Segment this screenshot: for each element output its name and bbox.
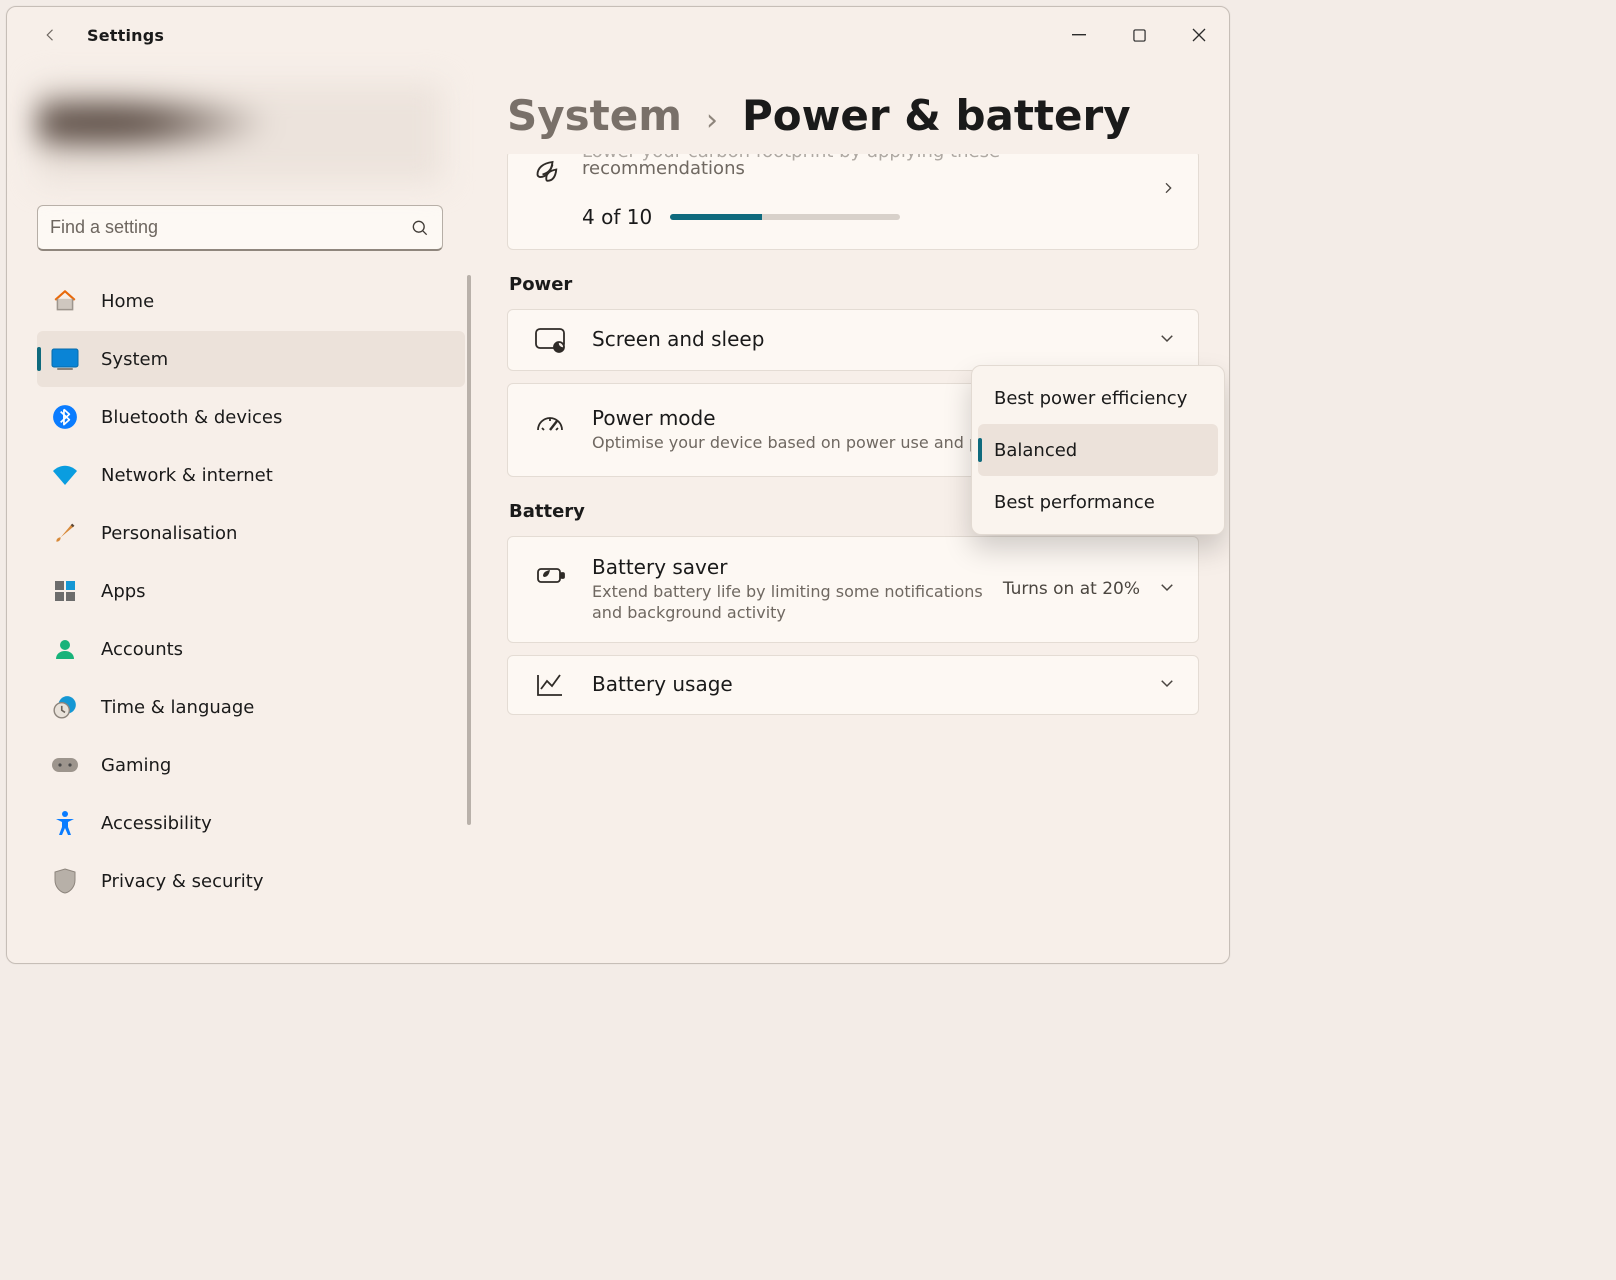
nav-item-personalisation[interactable]: Personalisation — [37, 505, 465, 561]
battery-leaf-icon — [530, 563, 570, 587]
nav-item-network[interactable]: Network & internet — [37, 447, 465, 503]
chevron-down-icon — [1158, 578, 1176, 600]
minimize-icon — [1072, 28, 1086, 42]
paintbrush-icon — [51, 519, 79, 547]
nav-list: Home System Bluetooth & devices — [37, 273, 465, 909]
power-mode-option-balanced[interactable]: Balanced — [978, 424, 1218, 476]
back-arrow-icon — [42, 26, 60, 44]
battery-saver-value: Turns on at 20% — [1003, 579, 1140, 599]
chevron-down-icon — [1158, 329, 1176, 351]
nav-item-home[interactable]: Home — [37, 273, 465, 329]
close-icon — [1192, 28, 1206, 42]
bluetooth-icon — [51, 403, 79, 431]
nav-item-label: Personalisation — [101, 523, 237, 544]
shield-icon — [51, 867, 79, 895]
nav-item-label: Bluetooth & devices — [101, 407, 282, 428]
home-icon — [51, 287, 79, 315]
screen-icon — [530, 326, 570, 354]
chevron-right-icon — [1160, 180, 1176, 200]
wifi-icon — [51, 461, 79, 489]
option-label: Best power efficiency — [994, 388, 1187, 409]
titlebar: Settings — [7, 7, 1229, 63]
screen-and-sleep-row[interactable]: Screen and sleep — [507, 309, 1199, 371]
nav-item-accessibility[interactable]: Accessibility — [37, 795, 465, 851]
nav-item-apps[interactable]: Apps — [37, 563, 465, 619]
power-mode-option-performance[interactable]: Best performance — [978, 476, 1218, 528]
nav-item-accounts[interactable]: Accounts — [37, 621, 465, 677]
battery-saver-row[interactable]: Battery saver Extend battery life by lim… — [507, 536, 1199, 643]
gamepad-icon — [51, 751, 79, 779]
nav-item-label: Time & language — [101, 697, 254, 718]
option-label: Balanced — [994, 440, 1077, 461]
card-title: Battery usage — [592, 672, 1158, 696]
nav-item-label: Home — [101, 291, 154, 312]
nav-scrollbar[interactable] — [467, 275, 471, 825]
clock-globe-icon — [51, 693, 79, 721]
card-subtitle: Extend battery life by limiting some not… — [592, 581, 1003, 624]
energy-progress-bar — [670, 214, 900, 220]
chevron-down-icon — [1158, 674, 1176, 696]
chart-icon — [530, 672, 570, 698]
maximize-icon — [1133, 29, 1146, 42]
user-account-area[interactable] — [37, 83, 443, 183]
nav-item-label: Accessibility — [101, 813, 212, 834]
gauge-icon — [530, 412, 570, 436]
left-pane: Home System Bluetooth & devices — [7, 63, 477, 957]
nav-item-label: Privacy & security — [101, 871, 264, 892]
nav-item-label: Apps — [101, 581, 146, 602]
nav-item-bluetooth[interactable]: Bluetooth & devices — [37, 389, 465, 445]
card-title: Battery saver — [592, 555, 1003, 579]
power-mode-dropdown: Best power efficiency Balanced Best perf… — [971, 365, 1225, 535]
maximize-button[interactable] — [1109, 12, 1169, 58]
accessibility-icon — [51, 809, 79, 837]
minimize-button[interactable] — [1049, 12, 1109, 58]
settings-window: Settings — [6, 6, 1230, 964]
energy-recommendations-card[interactable]: Lower your carbon footprint by applying … — [507, 154, 1199, 250]
back-button[interactable] — [33, 17, 69, 53]
nav-item-label: Gaming — [101, 755, 171, 776]
system-icon — [51, 345, 79, 373]
search-input[interactable] — [50, 217, 410, 238]
apps-icon — [51, 577, 79, 605]
option-label: Best performance — [994, 492, 1155, 513]
leaf-icon — [530, 157, 560, 191]
person-icon — [51, 635, 79, 663]
nav-item-system[interactable]: System — [37, 331, 465, 387]
search-box[interactable] — [37, 205, 443, 251]
main-content: System › Power & battery Lower your carb… — [477, 63, 1229, 957]
nav-item-privacy[interactable]: Privacy & security — [37, 853, 465, 909]
card-title: Screen and sleep — [592, 327, 1158, 351]
nav-item-gaming[interactable]: Gaming — [37, 737, 465, 793]
close-button[interactable] — [1169, 12, 1229, 58]
energy-progress-label: 4 of 10 — [582, 205, 652, 229]
breadcrumb-parent[interactable]: System — [507, 91, 682, 140]
energy-description-line1: Lower your carbon footprint by applying … — [582, 154, 1160, 162]
breadcrumb: System › Power & battery — [507, 91, 1199, 140]
nav-item-label: Network & internet — [101, 465, 273, 486]
nav-item-label: Accounts — [101, 639, 183, 660]
nav-item-label: System — [101, 349, 168, 370]
page-title: Power & battery — [742, 91, 1131, 140]
nav-item-time-language[interactable]: Time & language — [37, 679, 465, 735]
window-controls — [1049, 12, 1229, 58]
battery-usage-row[interactable]: Battery usage — [507, 655, 1199, 715]
section-header-power: Power — [509, 274, 1199, 295]
power-mode-option-efficiency[interactable]: Best power efficiency — [978, 372, 1218, 424]
app-title: Settings — [87, 26, 164, 45]
search-icon — [410, 218, 430, 238]
chevron-right-icon: › — [706, 103, 718, 138]
